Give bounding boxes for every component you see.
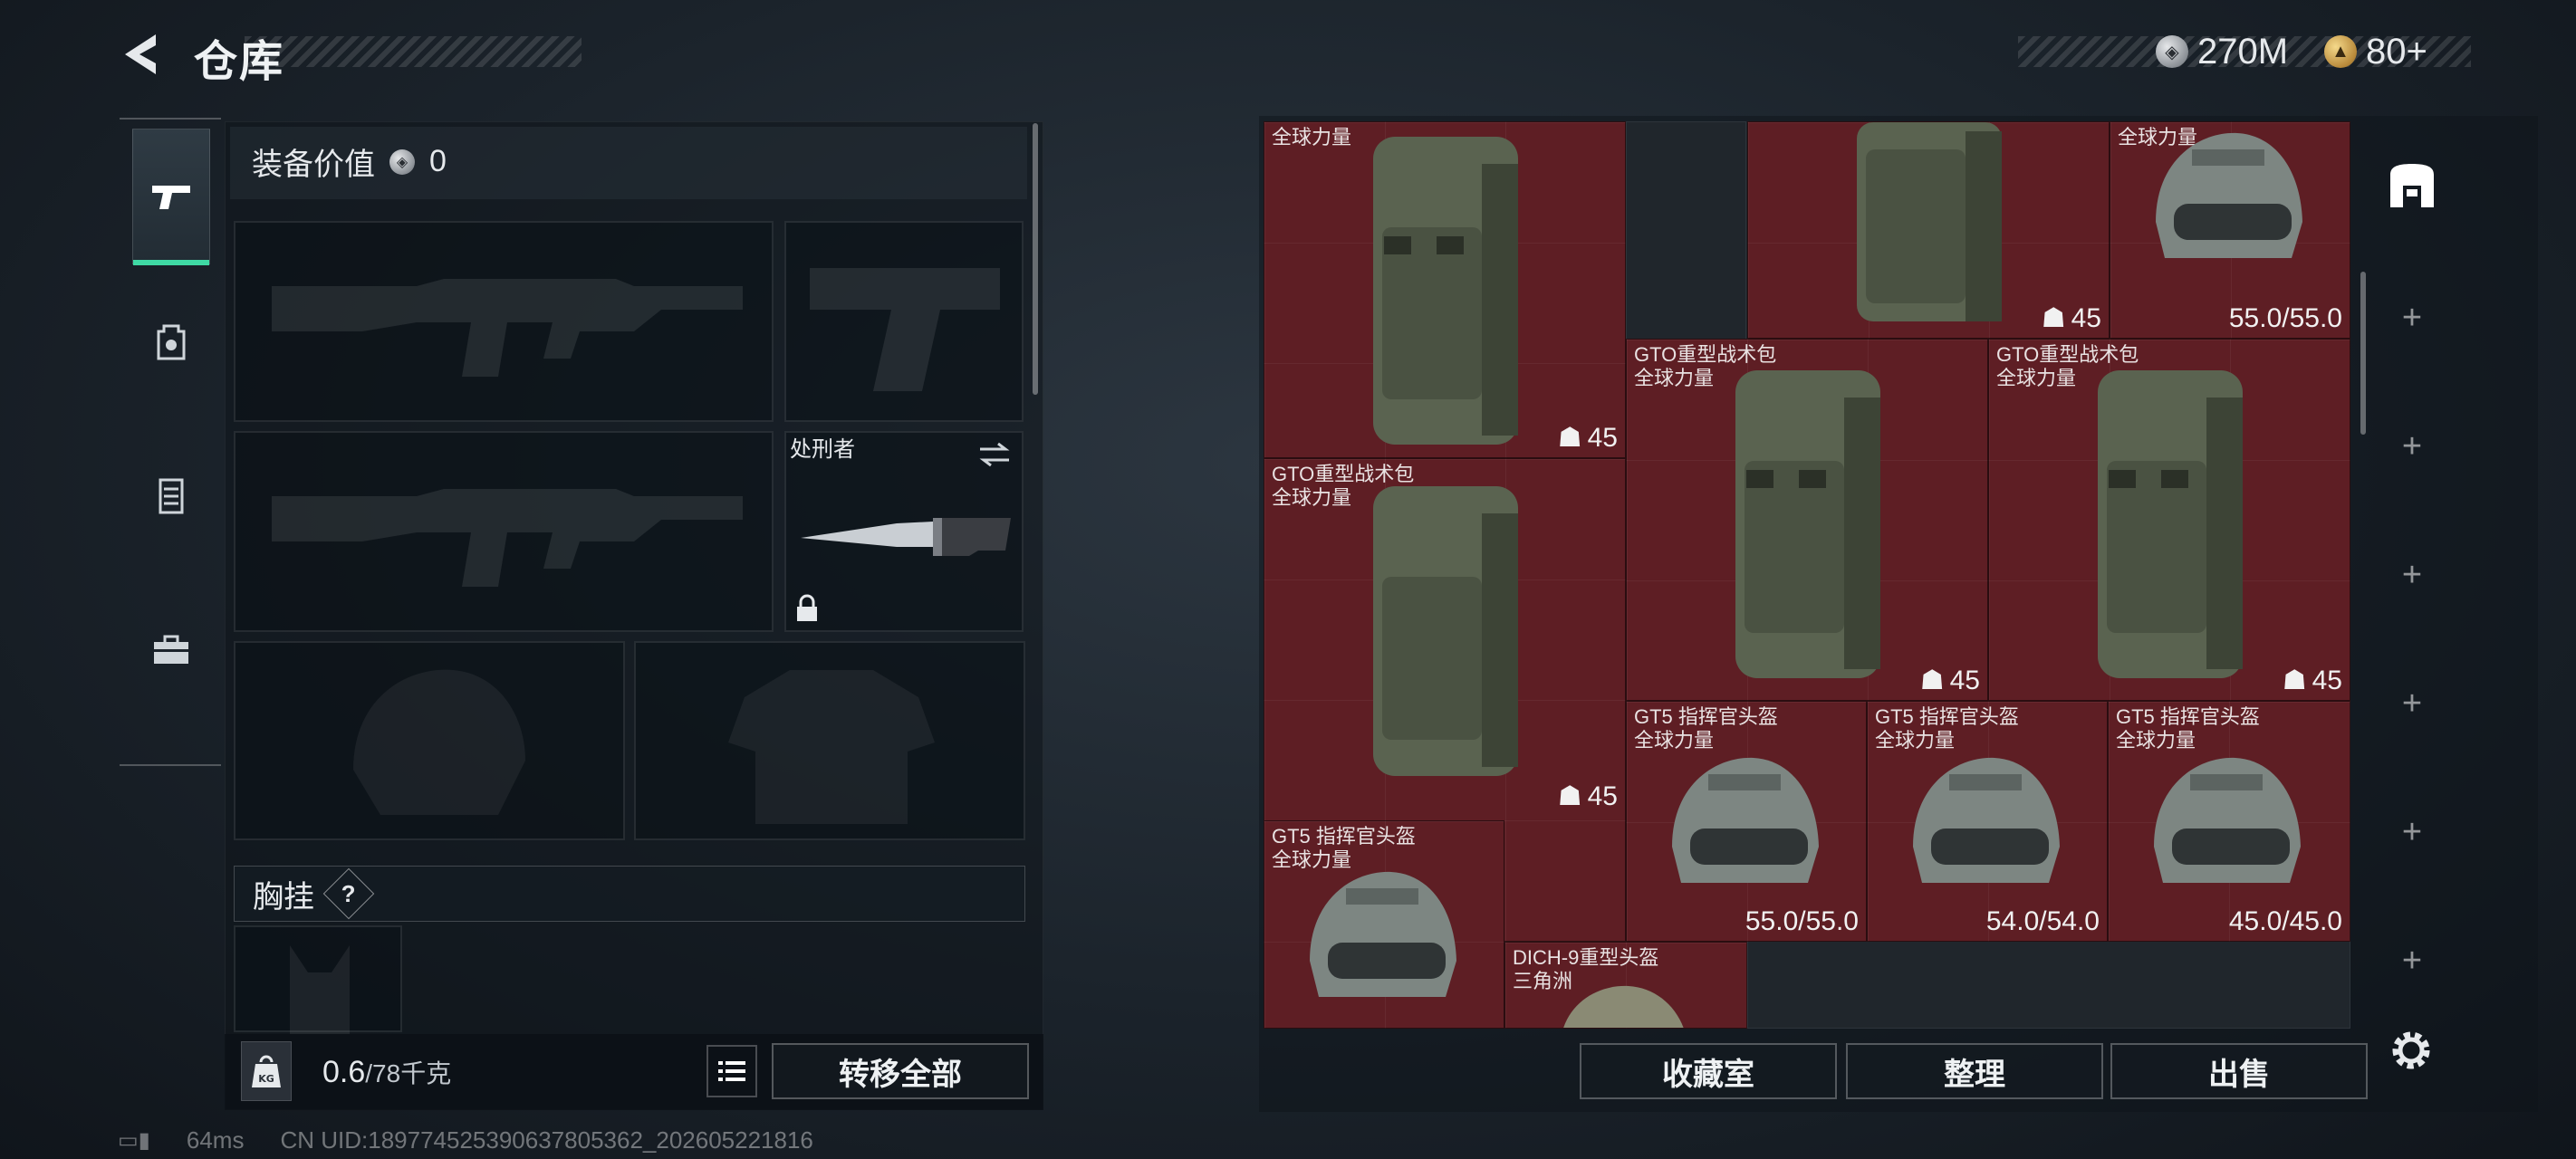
gold-currency[interactable]: ▲ 80+ — [2324, 27, 2427, 76]
inventory-item-helmet[interactable]: DICH-9重型头盔 三角洲 — [1504, 942, 1747, 1029]
toolbox-icon — [154, 635, 188, 664]
helmet-slot[interactable] — [234, 641, 625, 840]
inventory-item-backpack[interactable]: GTO重型战术包 全球力量 ☗ 45 — [1988, 339, 2350, 701]
help-icon[interactable]: ? — [322, 867, 375, 920]
vest-silhouette-icon — [728, 670, 935, 824]
helmet-icon — [2154, 757, 2301, 883]
silver-currency[interactable]: ◈ 270M — [2156, 27, 2288, 76]
capacity-icon: ☗ — [1919, 666, 1945, 695]
add-container-icon[interactable]: + — [2388, 679, 2437, 728]
back-arrow-icon[interactable] — [116, 27, 170, 81]
capacity-icon: ☗ — [1557, 423, 1582, 453]
backpack-icon — [1735, 370, 1880, 678]
equipment-value-amount: 0 — [429, 144, 447, 178]
swap-icon[interactable] — [976, 440, 1013, 469]
settings-button[interactable] — [2384, 1023, 2438, 1078]
gear-icon — [2392, 1031, 2430, 1069]
sort-button[interactable]: 整理 — [1846, 1043, 2103, 1099]
gold-amount: 80+ — [2366, 31, 2427, 72]
inventory-item-backpack[interactable]: 全球力量 ☗ 45 — [1264, 121, 1626, 458]
inventory-item-helmet[interactable]: GT5 指挥官头盔 全球力量 — [1264, 820, 1504, 1029]
battery-icon: ▭▮ — [118, 1128, 150, 1153]
inventory-item-helmet[interactable]: GT5 指挥官头盔 全球力量 54.0/54.0 — [1867, 701, 2108, 942]
rifle-silhouette-icon — [272, 279, 743, 377]
capacity-icon: ☗ — [2282, 666, 2307, 695]
empty-cell[interactable] — [1626, 121, 1746, 362]
uid-readout: CN UID:18977452539063780536​2_2026052218… — [280, 1126, 813, 1154]
secondary-weapon-slot[interactable] — [234, 431, 774, 632]
chest-rig-header: 胸挂 ? — [234, 866, 1025, 922]
add-container-icon[interactable]: + — [2388, 293, 2437, 342]
add-container-icon[interactable]: + — [2388, 936, 2437, 985]
backpack-icon — [1373, 486, 1518, 776]
capacity-icon: ☗ — [2041, 303, 2066, 333]
nav-weapons[interactable] — [132, 129, 210, 265]
status-footer: ▭▮ 64ms CN UID:18977452539063780536​2_20… — [118, 1126, 813, 1154]
inventory-grid: 全球力量 ☗ 45 ☗ 45 全球力量 55.0/55.0 GTO重型战术包 全球力量 — [1264, 121, 2350, 1029]
safe-box-icon — [2390, 164, 2434, 207]
inventory-scrollbar[interactable] — [2360, 272, 2366, 435]
gold-coin-icon: ▲ — [2324, 35, 2357, 68]
helmet-icon — [1563, 985, 1684, 1028]
collection-button[interactable]: 收藏室 — [1580, 1043, 1837, 1099]
sell-button[interactable]: 出售 — [2110, 1043, 2368, 1099]
pistol-silhouette-icon — [810, 268, 1000, 391]
body-armor-slot[interactable] — [634, 641, 1025, 840]
helmet-icon — [1310, 871, 1456, 997]
ping-readout: 64ms — [186, 1126, 245, 1154]
knife-icon — [801, 518, 1011, 556]
silver-coin-icon: ◈ — [389, 148, 415, 175]
add-container-icon[interactable]: + — [2388, 808, 2437, 857]
inventory-item-backpack[interactable]: ☗ 45 — [1747, 121, 2110, 339]
weight-capacity: /78千克 — [365, 1059, 452, 1087]
helmet-icon — [2156, 132, 2302, 258]
safe-box-button[interactable] — [2380, 154, 2444, 217]
helmet-icon — [1672, 757, 1819, 883]
header-decoration — [245, 36, 582, 67]
svg-text:KG: KG — [258, 1073, 274, 1085]
equipment-scrollbar[interactable] — [1033, 123, 1038, 395]
chest-rig-label: 胸挂 — [253, 879, 314, 915]
lock-icon — [797, 594, 817, 621]
weight-readout: 0.6/78千克 — [322, 1054, 451, 1090]
inventory-item-helmet[interactable]: GT5 指挥官头盔 全球力量 55.0/55.0 — [1626, 701, 1867, 942]
helmet-icon — [1913, 757, 2060, 883]
pistol-icon — [152, 186, 190, 209]
nav-backpack[interactable] — [132, 273, 210, 409]
rifle-silhouette-icon — [272, 489, 743, 587]
weight-icon: KG — [241, 1041, 292, 1101]
capacity-icon: ☗ — [1557, 781, 1582, 811]
pistol-slot[interactable] — [784, 221, 1024, 422]
backpack-icon — [1373, 137, 1518, 445]
inventory-item-helmet[interactable]: GT5 指挥官头盔 全球力量 45.0/45.0 — [2108, 701, 2350, 942]
inventory-item-helmet[interactable]: 全球力量 55.0/55.0 — [2110, 121, 2350, 339]
primary-weapon-slot[interactable] — [234, 221, 774, 422]
silver-coin-icon: ◈ — [2156, 35, 2188, 68]
nav-armor[interactable] — [132, 427, 210, 563]
list-view-button[interactable] — [706, 1045, 757, 1097]
melee-name: 处刑者 — [790, 437, 855, 462]
backpack-icon — [2098, 370, 2243, 678]
inventory-item-backpack[interactable]: GTO重型战术包 全球力量 ☗ 45 — [1626, 339, 1988, 701]
category-nav — [120, 118, 221, 766]
weight-current: 0.6 — [322, 1055, 366, 1089]
backpack-icon — [1857, 122, 2002, 321]
chest-rig-silhouette-icon — [290, 945, 350, 1034]
chest-rig-slot[interactable] — [234, 925, 402, 1034]
vest-icon — [159, 478, 184, 514]
equipment-value-label: 装备价值 — [252, 148, 375, 182]
transfer-all-button[interactable]: 转移全部 — [772, 1043, 1029, 1099]
equipment-value: 装备价值 ◈ 0 — [252, 139, 447, 184]
backpack-icon — [157, 324, 186, 360]
helmet-silhouette-icon — [353, 669, 525, 815]
nav-toolbox[interactable] — [132, 581, 210, 717]
add-container-icon[interactable]: + — [2388, 422, 2437, 471]
add-container-icon[interactable]: + — [2388, 551, 2437, 599]
list-icon — [718, 1061, 745, 1081]
silver-amount: 270M — [2197, 31, 2289, 72]
